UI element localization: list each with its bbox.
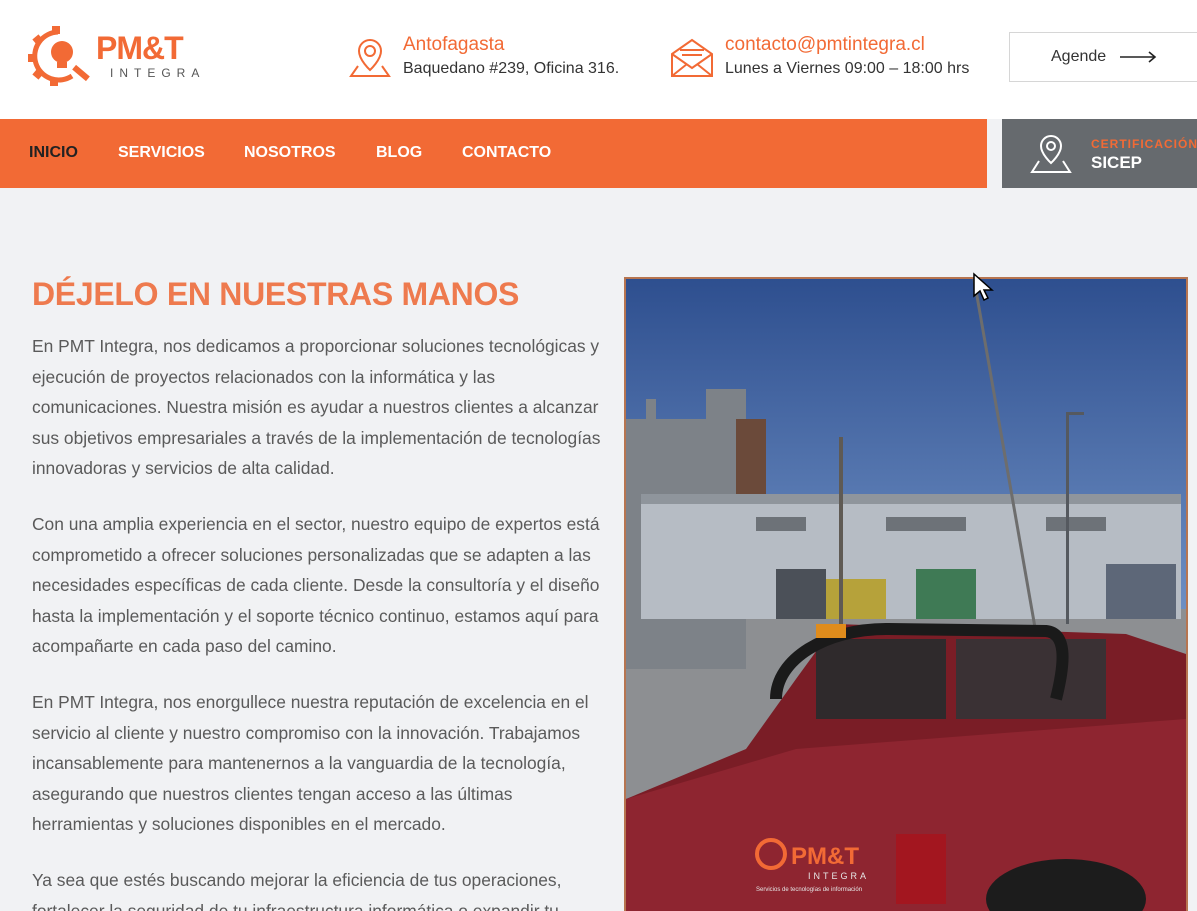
logo[interactable]: PM&T INTEGRA (28, 26, 208, 86)
location-address: Baquedano #239, Oficina 316. (403, 60, 620, 77)
section-heading: DÉJELO EN NUESTRAS MANOS (32, 276, 520, 312)
nav-item-inicio[interactable]: INICIO (29, 144, 78, 162)
map-pin-icon (349, 38, 391, 77)
paragraph-4: Ya sea que estés buscando mejorar la efi… (32, 870, 562, 911)
map-location-icon (1030, 134, 1072, 173)
truck-decal-sub: INTEGRA (808, 871, 869, 881)
nav-item-servicios[interactable]: SERVICIOS (118, 144, 205, 162)
certification-sicep[interactable]: CERTIFICACIÓN SICEP (1002, 119, 1197, 188)
contact-email[interactable]: contacto@pmtintegra.cl (725, 34, 925, 56)
mouse-cursor-icon (973, 272, 994, 302)
envelope-icon (671, 38, 713, 77)
nav-item-blog[interactable]: BLOG (376, 144, 422, 162)
paragraph-2: Con una amplia experiencia en el sector,… (32, 514, 600, 656)
agende-button[interactable]: Agende (1009, 32, 1197, 82)
arrow-right-icon (1120, 51, 1157, 63)
company-truck-photo: PM&T INTEGRA Servicios de tecnologías de… (624, 277, 1188, 911)
nav-item-nosotros[interactable]: NOSOTROS (244, 144, 336, 162)
paragraph-3: En PMT Integra, nos enorgullece nuestra … (32, 692, 589, 834)
contact-info: contacto@pmtintegra.cl Lunes a Viernes 0… (670, 32, 990, 92)
site-header: PM&T INTEGRA Antofagasta Baquedano #239,… (0, 0, 1197, 119)
certification-name: SICEP (1091, 153, 1143, 172)
paragraph-1: En PMT Integra, nos dedicamos a proporci… (32, 336, 601, 478)
truck-decal-brand: PM&T (791, 843, 859, 870)
truck-photo-illustration: PM&T INTEGRA Servicios de tecnologías de… (626, 279, 1186, 911)
location-city: Antofagasta (403, 34, 505, 55)
logo-brand: PM&T (96, 30, 184, 66)
certification-label: CERTIFICACIÓN (1091, 137, 1197, 151)
logo-subtitle: INTEGRA (110, 66, 206, 80)
truck-decal-tagline: Servicios de tecnologías de información (756, 887, 862, 893)
location-info: Antofagasta Baquedano #239, Oficina 316. (348, 32, 648, 92)
main-nav: INICIO SERVICIOS NOSOTROS BLOG CONTACTO (0, 119, 987, 188)
contact-hours: Lunes a Viernes 09:00 – 18:00 hrs (725, 60, 970, 77)
gear-lightbulb-logo-icon (28, 26, 90, 86)
agende-label: Agende (1051, 48, 1107, 65)
nav-item-contacto[interactable]: CONTACTO (462, 144, 551, 162)
